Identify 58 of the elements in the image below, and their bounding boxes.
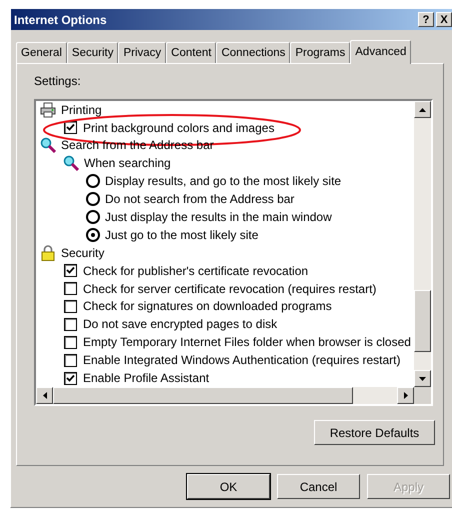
dialog-button[interactable]: OK [187, 474, 270, 499]
checkbox[interactable] [64, 264, 77, 278]
settings-label: Settings: [34, 74, 82, 88]
setting-label: Do not search from the Address bar [105, 192, 294, 206]
tab[interactable]: General [16, 42, 67, 63]
scrollbar-corner [414, 387, 431, 404]
printer-icon [40, 102, 56, 118]
vertical-scrollbar[interactable] [414, 101, 431, 387]
lock-icon [40, 244, 56, 261]
left-triangle-icon [42, 392, 46, 399]
magnifier-icon [40, 137, 56, 154]
close-button[interactable]: X [436, 12, 452, 27]
setting-label: Check for signatures on downloaded programs [83, 299, 332, 314]
setting-label: Just go to the most likely site [105, 228, 258, 242]
scroll-thumb[interactable] [53, 387, 353, 404]
radio-button[interactable] [86, 210, 100, 224]
setting-label: Check for server certificate revocation (requires restart) [83, 282, 376, 296]
checkbox[interactable] [64, 372, 77, 385]
tab[interactable]: Security [66, 42, 118, 63]
setting-label: Print background colors and images [83, 120, 274, 135]
restore-defaults-button[interactable]: Restore Defaults [314, 420, 435, 445]
setting-label: Just display the results in the main window [105, 210, 332, 224]
radio-button[interactable] [86, 192, 100, 206]
setting-label: Empty Temporary Internet Files folder when browser is closed [83, 335, 411, 350]
right-triangle-icon [404, 392, 408, 399]
checkbox[interactable] [64, 318, 77, 331]
scroll-left-button[interactable] [36, 387, 53, 404]
setting-label: Display results, and go to the most likely site [105, 174, 342, 188]
dialog-button[interactable]: Cancel [277, 474, 360, 499]
tab[interactable]: Programs [290, 42, 350, 63]
window-title: Internet Options [14, 12, 107, 26]
setting-label: Security [61, 246, 104, 260]
scroll-right-button[interactable] [397, 387, 414, 404]
scroll-up-button[interactable] [414, 101, 431, 118]
magnifier-icon [63, 155, 79, 172]
tab[interactable]: Advanced [350, 40, 412, 64]
down-triangle-icon [419, 376, 426, 380]
radio-button[interactable] [86, 228, 100, 242]
setting-label: Check for publisher's certificate revocation [83, 264, 308, 278]
radio-button[interactable] [86, 174, 100, 188]
setting-label: Do not save encrypted pages to disk [83, 317, 278, 332]
checkbox[interactable] [64, 354, 77, 367]
tab[interactable]: Privacy [118, 42, 166, 63]
tab[interactable]: Content [166, 42, 216, 63]
scroll-thumb[interactable] [414, 290, 431, 352]
checkbox[interactable] [64, 300, 77, 313]
checkbox[interactable] [64, 121, 77, 134]
checkbox[interactable] [64, 282, 77, 296]
checkbox[interactable] [64, 336, 77, 349]
scroll-down-button[interactable] [414, 370, 431, 387]
up-triangle-icon [419, 108, 426, 112]
tab[interactable]: Connections [216, 42, 290, 63]
setting-label: Printing [61, 102, 102, 117]
setting-label: When searching [84, 156, 171, 170]
setting-label: Enable Profile Assistant [83, 371, 210, 386]
setting-label: Enable Integrated Windows Authentication (requires restart) [83, 353, 401, 368]
horizontal-scrollbar[interactable] [36, 387, 431, 404]
help-button[interactable]: ? [418, 12, 434, 27]
